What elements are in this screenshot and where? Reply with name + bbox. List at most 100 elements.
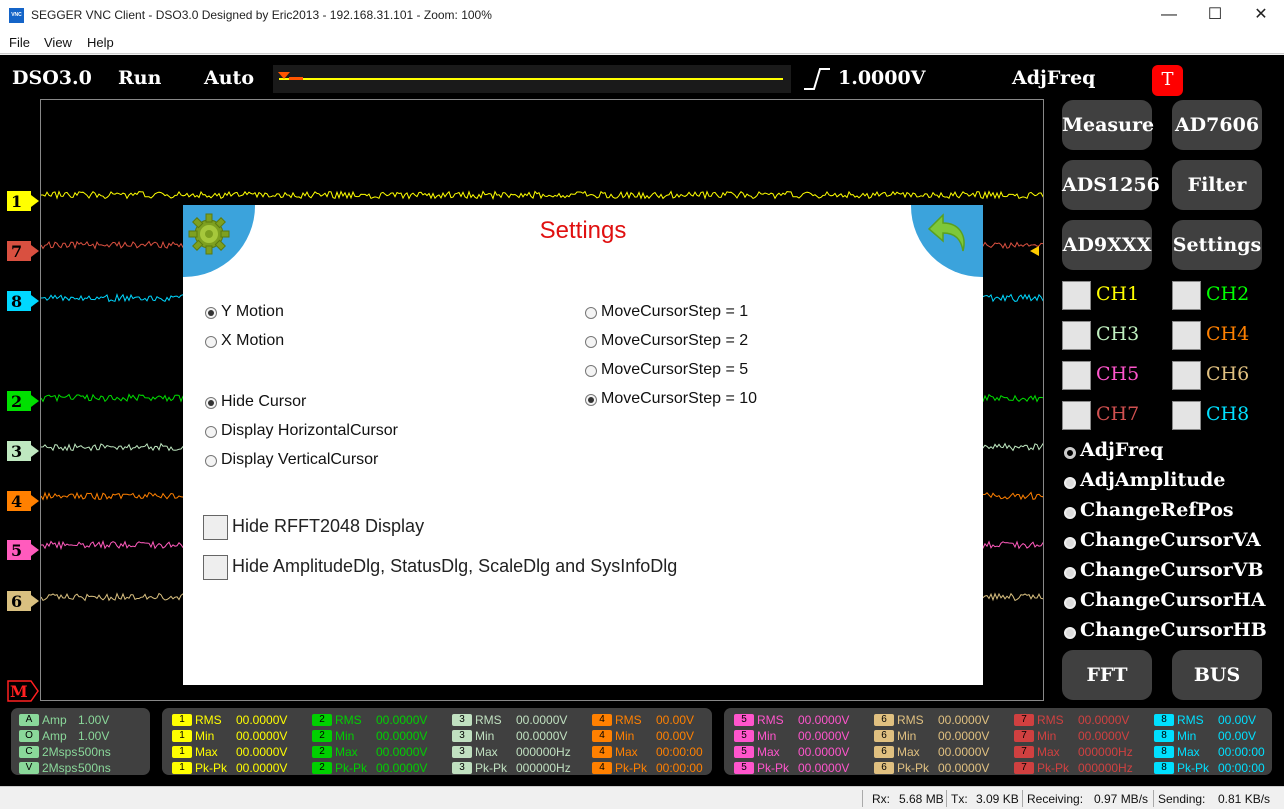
run-status[interactable]: Run [118,67,161,89]
ch2-checkbox[interactable] [1172,281,1201,310]
channel-badge: 3 [452,745,472,758]
mode-label-changecursorhb[interactable]: ChangeCursorHB [1080,619,1267,641]
channel-marker-6[interactable]: 6 [7,591,39,611]
settings-button[interactable]: Settings [1172,220,1262,270]
cursor-step-option-label[interactable]: MoveCursorStep = 5 [601,361,748,379]
ch8-checkbox[interactable] [1172,401,1201,430]
measure-value: 00.0000V [516,712,568,727]
motion-option-radio[interactable] [205,307,217,319]
measure-value: 00.0000V [798,760,850,775]
cursor-step-option-radio[interactable] [585,336,597,348]
fft-button[interactable]: FFT [1062,650,1152,700]
filter-button[interactable]: Filter [1172,160,1262,210]
menu-file[interactable]: File [9,35,30,50]
channel-badge: 5 [734,713,754,726]
ad7606-button[interactable]: AD7606 [1172,100,1262,150]
motion-option-label[interactable]: Y Motion [221,303,284,321]
trigger-mode[interactable]: Auto [204,67,254,89]
mode-label-changecursorha[interactable]: ChangeCursorHA [1080,589,1265,611]
mode-radio-adjfreq[interactable] [1064,447,1076,459]
channel-marker-pointer [31,495,39,507]
mode-label-changerefpos[interactable]: ChangeRefPos [1080,499,1234,521]
measure-button[interactable]: Measure [1062,100,1154,150]
channel-badge: 5 [734,745,754,758]
ch5-checkbox[interactable] [1062,361,1091,390]
math-channel-marker[interactable]: M [7,680,39,702]
ad9xxx-button[interactable]: AD9XXX [1062,220,1152,270]
channel-badge: 3 [452,729,472,742]
cursor-option-label[interactable]: Display VerticalCursor [221,451,378,469]
measure-value: 00.0000V [1078,728,1130,743]
trigger-level[interactable]: 1.0000V [838,67,925,89]
cursor-step-option-radio[interactable] [585,394,597,406]
ch1-checkbox[interactable] [1062,281,1091,310]
mode-label-changecursorva[interactable]: ChangeCursorVA [1080,529,1261,551]
ch4-checkbox[interactable] [1172,321,1201,350]
settings-checkbox-label[interactable]: Hide AmplitudeDlg, StatusDlg, ScaleDlg a… [232,556,677,577]
remote-screen[interactable]: DSO3.0 Run Auto 1.0000V AdjFreq T Settin… [0,55,1284,786]
minimize-icon[interactable]: — [1146,0,1192,32]
mode-radio-adjamplitude[interactable] [1064,477,1076,489]
maximize-icon[interactable]: ☐ [1192,0,1238,32]
channel-marker-1[interactable]: 1 [7,191,39,211]
channel-marker-2[interactable]: 2 [7,391,39,411]
mode-radio-changerefpos[interactable] [1064,507,1076,519]
mode-label-adjfreq[interactable]: AdjFreq [1080,439,1163,461]
measure-label: RMS [335,712,362,727]
mode-radio-changecursorvb[interactable] [1064,567,1076,579]
cursor-step-option-radio[interactable] [585,307,597,319]
channel-marker-5[interactable]: 5 [7,540,39,560]
motion-option-label[interactable]: X Motion [221,332,284,350]
measure-value: 00:00:00 [656,744,703,759]
channel-badge: 8 [1154,745,1174,758]
trigger-badge[interactable]: T [1152,65,1183,96]
channel-badge: 8 [1154,761,1174,774]
ads1256-button[interactable]: ADS1256 [1062,160,1160,210]
info-value: 500ns [78,760,111,775]
cursor-step-option-label[interactable]: MoveCursorStep = 2 [601,332,748,350]
menu-view[interactable]: View [44,35,72,50]
measure-label: Min [757,728,777,743]
measure-value: 00.0000V [798,712,850,727]
cursor-step-option-label[interactable]: MoveCursorStep = 10 [601,390,757,408]
info-label: 2Msps [42,760,78,775]
trigger-position-bar[interactable] [273,65,791,93]
cursor-step-option-label[interactable]: MoveCursorStep = 1 [601,303,748,321]
settings-checkbox[interactable] [203,555,228,580]
channel-marker-8[interactable]: 8 [7,291,39,311]
bus-button[interactable]: BUS [1172,650,1262,700]
ch7-checkbox[interactable] [1062,401,1091,430]
ch3-checkbox[interactable] [1062,321,1091,350]
measure-label: Pk-Pk [1177,760,1210,775]
settings-checkbox-label[interactable]: Hide RFFT2048 Display [232,516,424,537]
info-badge: O [19,729,39,742]
mode-radio-changecursorha[interactable] [1064,597,1076,609]
cursor-option-radio[interactable] [205,426,217,438]
vnc-app-icon: VNC [9,8,24,23]
channel-marker-7[interactable]: 7 [7,241,39,261]
waveform-area[interactable]: Settings Y Motion X Motion Hide Cursor Disp… [40,99,1044,701]
settings-checkbox[interactable] [203,515,228,540]
ch6-checkbox[interactable] [1172,361,1201,390]
cursor-option-radio[interactable] [205,455,217,467]
mode-label-changecursorvb[interactable]: ChangeCursorVB [1080,559,1264,581]
motion-option-radio[interactable] [205,336,217,348]
menu-help[interactable]: Help [87,35,114,50]
measure-label: Pk-Pk [195,760,228,775]
mode-radio-changecursorhb[interactable] [1064,627,1076,639]
channel-badge: 2 [312,729,332,742]
channel-marker-label: 5 [11,541,23,560]
mode-radio-changecursorva[interactable] [1064,537,1076,549]
cursor-option-radio[interactable] [205,397,217,409]
close-icon[interactable]: ✕ [1238,0,1284,32]
cursor-option-label[interactable]: Hide Cursor [221,393,306,411]
measure-row-ch8: 8 RMS 00.00V [1154,712,1256,728]
cursor-option-label[interactable]: Display HorizontalCursor [221,422,398,440]
channel-marker-4[interactable]: 4 [7,491,39,511]
channel-marker-3[interactable]: 3 [7,441,39,461]
timebase-info-row: A Amp 1.00V [19,712,109,728]
measure-label: RMS [475,712,502,727]
mode-label-adjamplitude[interactable]: AdjAmplitude [1080,469,1225,491]
cursor-step-option-radio[interactable] [585,365,597,377]
channel-7-offset-arrow [1030,246,1039,256]
